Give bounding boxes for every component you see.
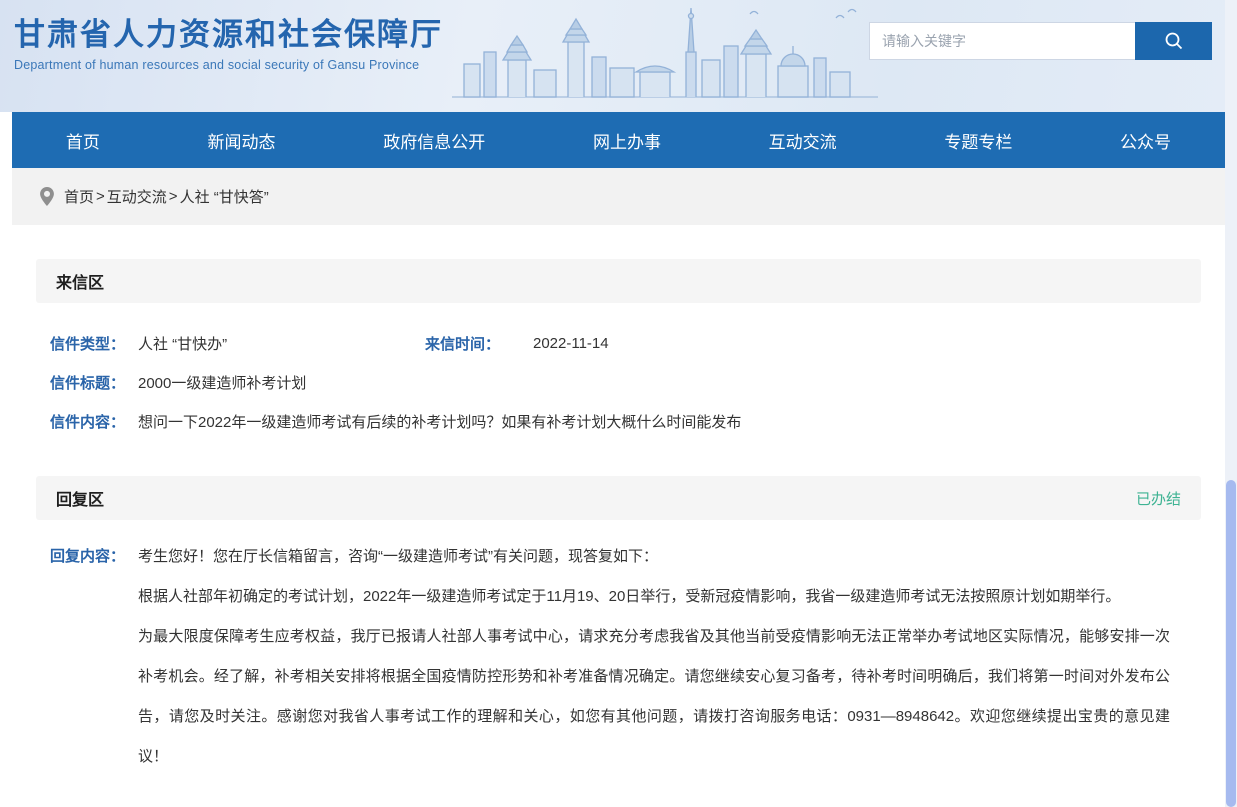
nav-item-special-topics[interactable]: 专题专栏 — [944, 128, 1012, 153]
letter-content-row: 信件内容： 想问一下2022年一级建造师考试有后续的补考计划吗？如果有补考计划大… — [50, 402, 1201, 441]
scrollbar-thumb[interactable] — [1226, 480, 1236, 807]
breadcrumb: 首页 > 互动交流 > 人社 “甘快答” — [12, 168, 1225, 225]
reply-section-title: 回复区 — [56, 486, 104, 510]
reply-paragraph: 为最大限度保障考生应考权益，我厅已报请人社部人事考试中心，请求充分考虑我省及其他… — [138, 617, 1170, 777]
breadcrumb-separator: > — [169, 188, 178, 205]
letter-section-header: 来信区 — [36, 259, 1201, 303]
nav-item-gov-info[interactable]: 政府信息公开 — [383, 128, 485, 153]
breadcrumb-home[interactable]: 首页 — [64, 186, 94, 207]
status-badge: 已办结 — [1136, 488, 1181, 509]
letter-time-value: 2022-11-14 — [533, 335, 609, 352]
breadcrumb-separator: > — [96, 188, 105, 205]
site-header: 甘肃省人力资源和社会保障厅 Department of human resour… — [0, 0, 1237, 112]
nav-item-home[interactable]: 首页 — [66, 128, 100, 153]
main-content: 来信区 信件类型： 人社 “甘快办” 来信时间： 2022-11-14 信件标题… — [12, 259, 1225, 777]
main-nav: 首页 新闻动态 政府信息公开 网上办事 互动交流 专题专栏 公众号 — [12, 112, 1225, 168]
letter-type-row: 信件类型： 人社 “甘快办” 来信时间： 2022-11-14 — [50, 324, 1201, 363]
letter-content-label: 信件内容： — [50, 411, 138, 432]
reply-paragraph: 根据人社部年初确定的考试计划，2022年一级建造师考试定于11月19、20日举行… — [138, 577, 1170, 617]
nav-item-interaction[interactable]: 互动交流 — [769, 128, 837, 153]
city-skyline-illustration — [450, 2, 880, 102]
letter-type-value: 人社 “甘快办” — [138, 333, 425, 354]
letter-subject-row: 信件标题： 2000一级建造师补考计划 — [50, 363, 1201, 402]
letter-section-title: 来信区 — [56, 269, 104, 293]
breadcrumb-interaction[interactable]: 互动交流 — [107, 186, 167, 207]
search-icon — [1162, 29, 1186, 53]
site-title: 甘肃省人力资源和社会保障厅 — [14, 16, 443, 53]
site-subtitle: Department of human resources and social… — [14, 58, 443, 72]
letter-fields: 信件类型： 人社 “甘快办” 来信时间： 2022-11-14 信件标题： 20… — [36, 303, 1201, 441]
letter-time-label: 来信时间： — [425, 333, 533, 354]
reply-content-row: 回复内容： 考生您好！您在厅长信箱留言，咨询“一级建造师考试”有关问题，现答复如… — [36, 520, 1201, 777]
breadcrumb-current-page[interactable]: 人社 “甘快答” — [180, 186, 269, 207]
search-input[interactable] — [869, 22, 1135, 60]
letter-subject-label: 信件标题： — [50, 372, 138, 393]
location-pin-icon — [40, 187, 54, 206]
scrollbar-track[interactable] — [1225, 0, 1237, 807]
nav-item-official-account[interactable]: 公众号 — [1120, 128, 1171, 153]
reply-content-label: 回复内容： — [50, 537, 138, 577]
reply-section-header: 回复区 已办结 — [36, 476, 1201, 520]
nav-item-news[interactable]: 新闻动态 — [208, 128, 276, 153]
letter-subject-value: 2000一级建造师补考计划 — [138, 372, 306, 393]
nav-item-online-service[interactable]: 网上办事 — [593, 128, 661, 153]
reply-paragraph: 考生您好！您在厅长信箱留言，咨询“一级建造师考试”有关问题，现答复如下： — [138, 537, 1170, 577]
site-search — [869, 22, 1212, 60]
site-logo: 甘肃省人力资源和社会保障厅 Department of human resour… — [14, 16, 443, 72]
reply-content-text: 考生您好！您在厅长信箱留言，咨询“一级建造师考试”有关问题，现答复如下： 根据人… — [138, 537, 1170, 777]
letter-type-label: 信件类型： — [50, 333, 138, 354]
search-button[interactable] — [1135, 22, 1212, 60]
letter-content-value: 想问一下2022年一级建造师考试有后续的补考计划吗？如果有补考计划大概什么时间能… — [138, 411, 741, 432]
